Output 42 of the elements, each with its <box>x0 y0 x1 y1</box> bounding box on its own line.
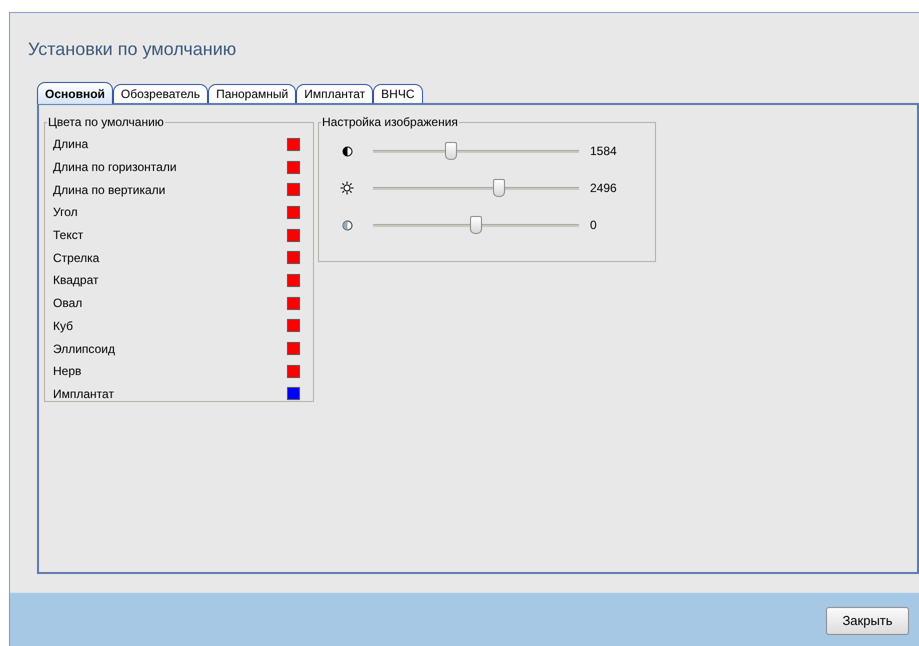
color-label: Текст <box>53 227 84 244</box>
sun-icon <box>340 181 354 195</box>
contrast-icon <box>342 146 352 156</box>
color-swatch[interactable] <box>287 342 300 356</box>
color-swatch[interactable] <box>287 160 300 174</box>
color-swatch[interactable] <box>287 387 300 400</box>
color-label: Угол <box>53 204 78 222</box>
color-swatch[interactable] <box>287 274 300 287</box>
slider-value: 2496 <box>590 180 617 197</box>
color-swatch[interactable] <box>287 296 300 310</box>
color-swatch[interactable] <box>287 228 300 242</box>
color-label: Куб <box>53 318 73 335</box>
slider-value: 0 <box>590 217 597 234</box>
color-label: Овал <box>53 295 82 312</box>
color-label: Длина по горизонтали <box>53 159 177 176</box>
group-title: Цвета по умолчанию <box>47 114 165 131</box>
slider-thumb[interactable] <box>445 142 458 160</box>
color-label: Длина <box>53 136 88 154</box>
slider-value: 1584 <box>590 143 617 160</box>
color-label: Эллипсоид <box>53 340 115 358</box>
window-title: Установки по умолчанию <box>28 38 236 61</box>
color-swatch[interactable] <box>287 183 300 196</box>
color-swatch[interactable] <box>287 319 300 332</box>
color-label: Имплантат <box>53 386 114 403</box>
color-swatch[interactable] <box>287 251 300 264</box>
color-label: Длина по вертикали <box>53 182 166 199</box>
tab[interactable]: ВНЧС <box>373 84 423 103</box>
color-label: Стрелка <box>53 250 100 267</box>
color-label: Квадрат <box>53 272 98 290</box>
tab[interactable]: Имплантат <box>296 84 374 103</box>
tab[interactable]: Обозреватель <box>112 84 208 103</box>
color-swatch[interactable] <box>287 364 300 378</box>
slider-thumb[interactable] <box>492 178 505 196</box>
color-swatch[interactable] <box>287 138 300 151</box>
slider-thumb[interactable] <box>470 216 482 234</box>
group-title: Настройка изображения <box>321 114 459 131</box>
color-swatch[interactable] <box>287 206 300 219</box>
half-circle-icon <box>342 220 352 230</box>
close-button[interactable]: Закрыть <box>826 607 909 635</box>
tab[interactable]: Панорамный <box>208 84 296 103</box>
tab[interactable]: Основной <box>37 82 113 104</box>
color-label: Нерв <box>53 363 82 380</box>
